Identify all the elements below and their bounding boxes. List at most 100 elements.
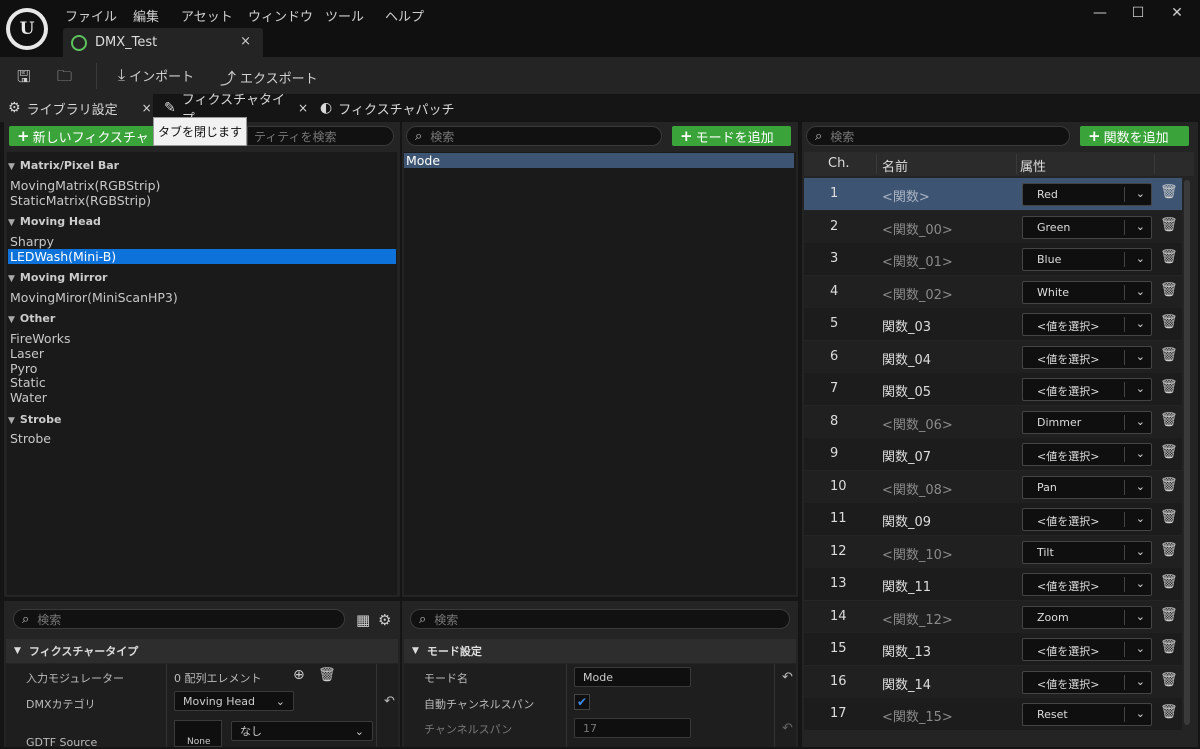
- attribute-dropdown[interactable]: <値を選択> ⌄: [1022, 378, 1152, 401]
- function-name[interactable]: 関数_07: [882, 446, 931, 465]
- category-strobe[interactable]: ▼ Strobe: [8, 413, 61, 426]
- mode-name-input[interactable]: Mode: [574, 667, 691, 687]
- list-item[interactable]: MovingMiror(MiniScanHP3): [10, 290, 178, 305]
- trash-icon[interactable]: 🗑: [1160, 509, 1178, 525]
- trash-icon[interactable]: 🗑: [1160, 217, 1178, 233]
- trash-icon[interactable]: 🗑: [1160, 379, 1178, 395]
- reset-icon[interactable]: ↶: [384, 694, 395, 709]
- function-name[interactable]: 関数_05: [882, 381, 931, 400]
- menu-edit[interactable]: 編集: [133, 6, 159, 25]
- header-name[interactable]: 名前: [882, 156, 908, 175]
- close-tab-icon[interactable]: ×: [240, 34, 251, 49]
- mode-search-input[interactable]: ⌕ 検索: [406, 126, 662, 146]
- table-row[interactable]: 2 <関数_00> Green ⌄ 🗑: [804, 210, 1182, 243]
- table-row[interactable]: 1 <関数> Red ⌄ 🗑: [804, 178, 1182, 210]
- attribute-dropdown[interactable]: Dimmer ⌄: [1022, 410, 1152, 434]
- trash-icon[interactable]: 🗑: [1160, 477, 1178, 493]
- fixture-search-input[interactable]: ティティを検索: [247, 126, 394, 146]
- table-row[interactable]: 4 <関数_02> White ⌄ 🗑: [804, 275, 1182, 308]
- function-name[interactable]: 関数_13: [882, 641, 931, 660]
- trash-icon[interactable]: 🗑: [1160, 314, 1178, 330]
- function-search-input[interactable]: ⌕ 検索: [806, 126, 1070, 146]
- table-row[interactable]: 13 関数_11 <値を選択> ⌄ 🗑: [804, 568, 1182, 600]
- function-name[interactable]: 関数_03: [882, 316, 931, 335]
- table-row[interactable]: 17 <関数_15> Reset ⌄ 🗑: [804, 698, 1182, 730]
- list-item[interactable]: Laser: [10, 346, 44, 361]
- settings-gear-icon[interactable]: ⚙: [378, 611, 391, 629]
- trash-icon[interactable]: 🗑: [1160, 704, 1178, 720]
- scrollbar[interactable]: [1184, 180, 1190, 725]
- table-row[interactable]: 16 関数_14 <値を選択> ⌄ 🗑: [804, 665, 1182, 698]
- section-mode-settings[interactable]: ▼ モード設定: [404, 639, 796, 663]
- attribute-dropdown[interactable]: <値を選択> ⌄: [1022, 345, 1152, 369]
- add-mode-button[interactable]: + モードを追加: [672, 126, 791, 146]
- trash-icon[interactable]: 🗑: [1160, 412, 1178, 428]
- function-name[interactable]: <関数_00>: [882, 219, 953, 238]
- function-name[interactable]: <関数_02>: [882, 284, 953, 303]
- tab-library-settings[interactable]: ⚙ ライブラリ設定 ×: [0, 94, 153, 122]
- browse-icon[interactable]: 🗀: [57, 66, 72, 91]
- menu-asset[interactable]: アセット: [181, 6, 233, 25]
- trash-icon[interactable]: 🗑: [1160, 672, 1178, 688]
- minimize-button[interactable]: —: [1085, 5, 1115, 21]
- auto-channel-span-checkbox[interactable]: ✔: [574, 694, 590, 710]
- function-name[interactable]: 関数_09: [882, 511, 931, 530]
- maximize-button[interactable]: ☐: [1123, 5, 1153, 21]
- channel-span-input[interactable]: 17: [574, 718, 691, 738]
- function-name[interactable]: 関数_14: [882, 674, 931, 693]
- add-function-button[interactable]: + 関数を追加: [1080, 126, 1189, 146]
- attribute-dropdown[interactable]: Green ⌄: [1022, 215, 1152, 239]
- list-item[interactable]: Static: [10, 375, 46, 390]
- table-row[interactable]: 11 関数_09 <値を選択> ⌄ 🗑: [804, 503, 1182, 535]
- menu-help[interactable]: ヘルプ: [385, 6, 424, 25]
- list-item[interactable]: MovingMatrix(RGBStrip): [10, 178, 160, 193]
- attribute-dropdown[interactable]: Zoom ⌄: [1022, 605, 1152, 629]
- menu-tools[interactable]: ツール: [325, 6, 364, 25]
- menu-file[interactable]: ファイル: [65, 6, 117, 25]
- dmx-category-dropdown[interactable]: Moving Head ⌄: [174, 691, 294, 711]
- list-item[interactable]: StaticMatrix(RGBStrip): [10, 193, 151, 208]
- list-item[interactable]: Water: [10, 390, 47, 405]
- function-name[interactable]: <関数_06>: [882, 414, 953, 433]
- add-element-icon[interactable]: ⊕: [293, 667, 305, 683]
- table-row[interactable]: 10 <関数_08> Pan ⌄ 🗑: [804, 470, 1182, 503]
- export-button[interactable]: ⤴ エクスポート: [220, 65, 318, 89]
- close-window-button[interactable]: ✕: [1162, 5, 1192, 21]
- function-name[interactable]: 関数_11: [882, 576, 931, 595]
- attribute-dropdown[interactable]: <値を選択> ⌄: [1022, 638, 1152, 661]
- document-tab[interactable]: DMX_Test ×: [63, 28, 263, 57]
- trash-icon[interactable]: 🗑: [1160, 184, 1178, 200]
- trash-icon[interactable]: 🗑: [1160, 607, 1178, 623]
- header-attribute[interactable]: 属性: [1020, 156, 1046, 175]
- table-row[interactable]: 14 <関数_12> Zoom ⌄ 🗑: [804, 600, 1182, 633]
- table-row[interactable]: 5 関数_03 <値を選択> ⌄ 🗑: [804, 308, 1182, 340]
- close-tab-icon[interactable]: ×: [298, 101, 308, 115]
- trash-icon[interactable]: 🗑: [1160, 639, 1178, 655]
- function-name[interactable]: <関数_10>: [882, 544, 953, 563]
- mode-list-item[interactable]: Mode: [404, 153, 794, 168]
- mode-details-search-input[interactable]: ⌕ 検索: [410, 609, 790, 629]
- list-item[interactable]: Sharpy: [10, 234, 54, 249]
- import-button[interactable]: ⤓ インポート: [118, 65, 194, 85]
- category-moving-mirror[interactable]: ▼ Moving Mirror: [8, 271, 107, 284]
- table-view-icon[interactable]: ▦: [356, 611, 370, 629]
- attribute-dropdown[interactable]: <値を選択> ⌄: [1022, 670, 1152, 694]
- reset-icon[interactable]: ↶: [782, 721, 793, 736]
- attribute-dropdown[interactable]: Blue ⌄: [1022, 248, 1152, 271]
- new-fixture-button[interactable]: + 新しいフィクスチャ: [9, 126, 157, 146]
- function-name[interactable]: <関数_12>: [882, 609, 953, 628]
- table-row[interactable]: 15 関数_13 <値を選択> ⌄ 🗑: [804, 633, 1182, 665]
- trash-icon[interactable]: 🗑: [318, 667, 336, 683]
- section-fixture-type[interactable]: ▼ フィクスチャータイプ: [6, 639, 398, 663]
- attribute-dropdown[interactable]: <値を選択> ⌄: [1022, 313, 1152, 336]
- unreal-logo-icon[interactable]: U: [6, 8, 48, 50]
- trash-icon[interactable]: 🗑: [1160, 542, 1178, 558]
- function-name[interactable]: <関数>: [882, 186, 930, 205]
- header-ch[interactable]: Ch.: [828, 156, 849, 171]
- category-matrix[interactable]: ▼ Matrix/Pixel Bar: [8, 159, 119, 172]
- attribute-dropdown[interactable]: Reset ⌄: [1022, 703, 1152, 726]
- gdtf-source-dropdown[interactable]: なし ⌄: [231, 721, 373, 741]
- list-item[interactable]: FireWorks: [10, 331, 70, 346]
- table-row[interactable]: 6 関数_04 <値を選択> ⌄ 🗑: [804, 340, 1182, 373]
- list-item-selected[interactable]: LEDWash(Mini-B): [8, 249, 396, 264]
